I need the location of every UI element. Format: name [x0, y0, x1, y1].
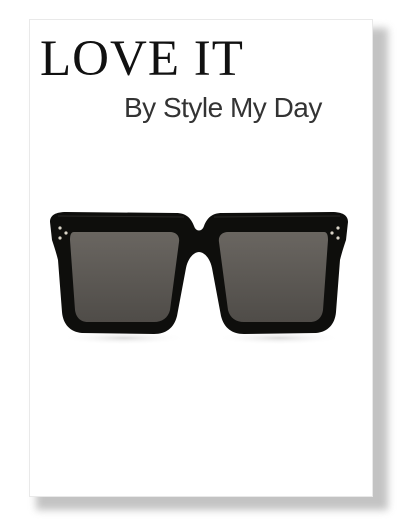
card-title: LOVE IT — [40, 31, 244, 87]
card-subtitle: By Style My Day — [124, 92, 322, 123]
left-lens — [70, 232, 180, 322]
product-image — [44, 206, 354, 356]
right-lens — [218, 232, 328, 322]
sunglasses-icon — [50, 212, 348, 345]
stage: LOVE IT By Style My Day — [0, 0, 407, 527]
